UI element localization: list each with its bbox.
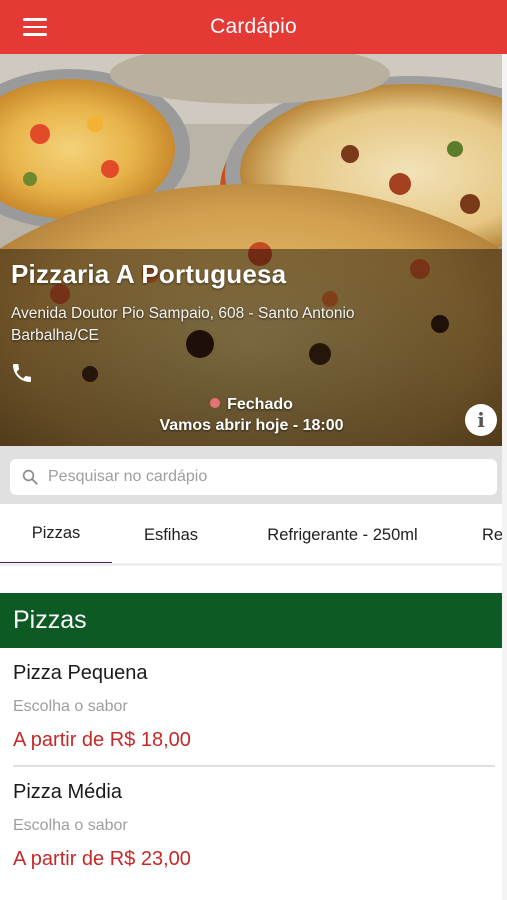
phone-icon[interactable] [10, 361, 34, 385]
search-icon [22, 469, 38, 485]
category-tabs: Pizzas Esfihas Refrigerante - 250ml Ref [0, 504, 503, 566]
tab-esfihas[interactable]: Esfihas [112, 504, 230, 563]
store-name: Pizzaria A Portuguesa [11, 259, 287, 289]
store-status: Fechado [0, 396, 503, 414]
page-title: Cardápio [210, 15, 297, 38]
search-bar [0, 446, 503, 504]
app-bar: Cardápio [0, 0, 507, 54]
product-price: A partir de R$ 18,00 [13, 729, 191, 751]
scrollbar[interactable] [502, 54, 507, 900]
status-dot [210, 398, 221, 408]
product-name: Pizza Pequena [13, 662, 148, 684]
product-description: Escolha o sabor [13, 698, 128, 715]
product-description: Escolha o sabor [13, 817, 128, 834]
hamburger-menu-icon[interactable] [10, 8, 60, 46]
section-header: Pizzas [0, 593, 507, 648]
product-item[interactable]: Pizza Pequena Escolha o sabor A partir d… [0, 648, 503, 768]
section-title: Pizzas [13, 606, 87, 634]
store-address-line2: Barbalha/CE [11, 327, 99, 344]
tab-next-category[interactable]: Ref [482, 504, 503, 563]
product-item[interactable]: Pizza Média Escolha o sabor A partir de … [0, 767, 503, 887]
search-box[interactable] [10, 459, 497, 495]
product-price: A partir de R$ 23,00 [13, 848, 191, 870]
tab-pizzas[interactable]: Pizzas [0, 504, 112, 563]
store-status-label: Fechado [227, 396, 293, 413]
info-icon[interactable]: i [465, 404, 497, 436]
opening-time: Vamos abrir hoje - 18:00 [159, 417, 344, 434]
search-input[interactable] [48, 468, 478, 486]
tab-refrigerante[interactable]: Refrigerante - 250ml [240, 504, 445, 563]
product-name: Pizza Média [13, 781, 122, 803]
store-address-line1: Avenida Doutor Pio Sampaio, 608 - Santo … [11, 305, 355, 322]
store-hero-banner: Pizzaria A Portuguesa Avenida Doutor Pio… [0, 54, 503, 446]
